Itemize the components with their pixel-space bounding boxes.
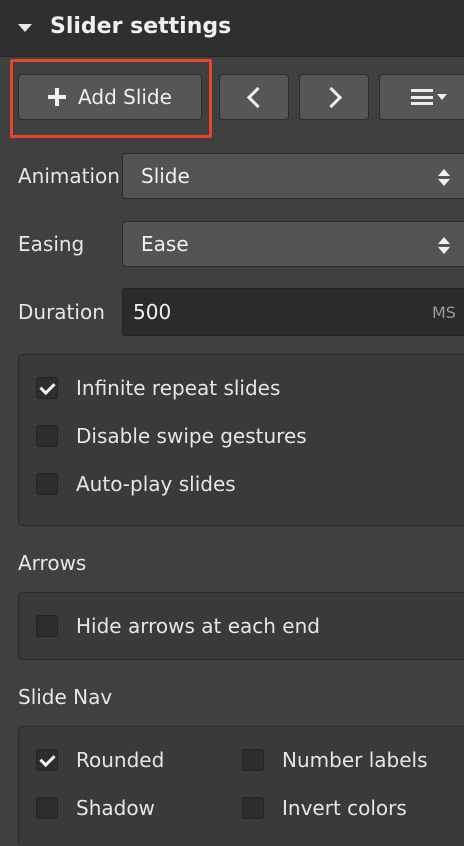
slide-nav-heading: Slide Nav [18, 685, 113, 709]
dropdown-caret-icon [437, 94, 447, 100]
shadow-label[interactable]: Shadow [76, 796, 155, 820]
highlight-box [10, 59, 212, 138]
infinite-repeat-checkbox[interactable] [36, 377, 58, 399]
rounded-label[interactable]: Rounded [76, 748, 164, 772]
duration-input[interactable]: 500 [122, 288, 464, 336]
animation-value: Slide [141, 164, 190, 188]
duration-label: Duration [18, 300, 105, 324]
infinite-repeat-label[interactable]: Infinite repeat slides [76, 376, 280, 400]
shadow-checkbox[interactable] [36, 797, 58, 819]
duration-unit: MS [432, 303, 456, 322]
auto-play-checkbox[interactable] [36, 473, 58, 495]
chevron-left-icon [246, 86, 268, 108]
previous-slide-button[interactable] [219, 74, 289, 120]
easing-select[interactable]: Ease [122, 221, 464, 267]
next-slide-button[interactable] [299, 74, 369, 120]
number-labels-checkbox[interactable] [242, 749, 264, 771]
invert-colors-label[interactable]: Invert colors [282, 796, 407, 820]
auto-play-label[interactable]: Auto-play slides [76, 472, 236, 496]
animation-label: Animation [18, 164, 120, 188]
number-labels-label[interactable]: Number labels [282, 748, 428, 772]
disable-swipe-checkbox[interactable] [36, 425, 58, 447]
hide-arrows-label[interactable]: Hide arrows at each end [76, 614, 320, 638]
chevron-right-icon [320, 86, 342, 108]
section-title: Slider settings [50, 14, 232, 39]
invert-colors-checkbox[interactable] [242, 797, 264, 819]
easing-label: Easing [18, 232, 85, 256]
slide-menu-button[interactable] [379, 74, 464, 120]
menu-icon [411, 89, 433, 105]
collapse-caret-icon[interactable] [18, 24, 32, 32]
arrows-heading: Arrows [18, 551, 87, 575]
section-header[interactable]: Slider settings [0, 0, 464, 57]
hide-arrows-checkbox[interactable] [36, 615, 58, 637]
animation-select[interactable]: Slide [122, 153, 464, 199]
slide-nav-panel [18, 726, 464, 846]
disable-swipe-label[interactable]: Disable swipe gestures [76, 424, 307, 448]
duration-value: 500 [133, 300, 172, 324]
easing-value: Ease [141, 232, 189, 256]
rounded-checkbox[interactable] [36, 749, 58, 771]
